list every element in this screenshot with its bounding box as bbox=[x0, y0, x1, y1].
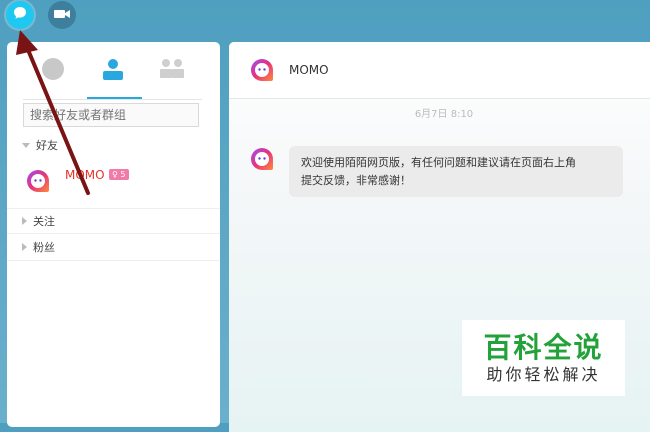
message-timestamp: 6月7日 8:10 bbox=[414, 109, 474, 120]
sidebar-tabs bbox=[7, 42, 220, 100]
friend-list-item[interactable]: MOMO ♀ 5 bbox=[7, 158, 220, 214]
contacts-panel: 好友 MOMO ♀ 5 关注 粉丝 bbox=[7, 42, 220, 427]
video-camera-icon bbox=[53, 6, 71, 25]
chat-header: MOMO bbox=[229, 42, 650, 99]
groups-icon bbox=[157, 56, 187, 86]
tab-recent[interactable] bbox=[33, 56, 73, 96]
message-bubble: 欢迎使用陌陌网页版，有任何问题和建议请在页面右上角 提交反馈，非常感谢！ bbox=[289, 146, 623, 197]
fans-section-label: 粉丝 bbox=[33, 241, 55, 254]
fans-section-header[interactable]: 粉丝 bbox=[7, 233, 220, 261]
follow-section-label: 关注 bbox=[33, 215, 55, 228]
gender-age-badge: ♀ 5 bbox=[109, 169, 129, 180]
watermark-subtitle: 助你轻松解决 bbox=[486, 365, 601, 384]
contacts-icon bbox=[100, 56, 126, 86]
recent-chats-icon bbox=[40, 56, 66, 86]
video-call-button[interactable] bbox=[48, 1, 76, 29]
chevron-right-icon bbox=[22, 243, 27, 251]
friend-name: MOMO bbox=[65, 168, 105, 182]
tab-contacts[interactable] bbox=[93, 56, 133, 96]
momo-avatar[interactable] bbox=[249, 146, 275, 176]
friends-section-header[interactable]: 好友 bbox=[7, 136, 220, 154]
momo-avatar bbox=[249, 57, 275, 87]
watermark: 百科全说 助你轻松解决 bbox=[462, 320, 625, 396]
friends-section-label: 好友 bbox=[36, 139, 58, 152]
momo-avatar bbox=[25, 168, 51, 198]
search-input[interactable] bbox=[23, 103, 199, 127]
tabs-divider bbox=[23, 99, 202, 100]
tab-groups[interactable] bbox=[152, 56, 192, 96]
chat-button[interactable] bbox=[6, 1, 34, 29]
chevron-down-icon bbox=[22, 142, 30, 148]
chat-bubble-icon bbox=[12, 5, 28, 25]
watermark-title: 百科全说 bbox=[483, 331, 604, 364]
chevron-right-icon bbox=[22, 217, 27, 225]
chat-title: MOMO bbox=[289, 63, 329, 77]
follow-section-header[interactable]: 关注 bbox=[7, 208, 220, 233]
